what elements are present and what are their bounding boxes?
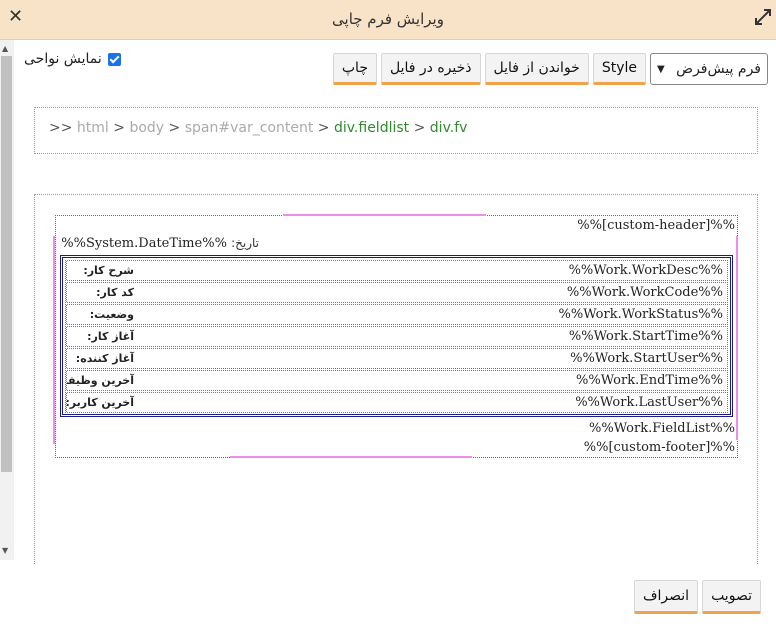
scrollbar[interactable]: ▲ ▼: [0, 40, 14, 560]
field-label: کد کار:: [66, 283, 136, 302]
date-label: تاریخ:: [231, 236, 259, 250]
region-highlight-top: [283, 214, 486, 216]
style-button[interactable]: Style: [592, 53, 646, 85]
field-label: آخرین کاربر:: [66, 393, 136, 412]
load-from-file-button[interactable]: خواندن از فایل: [484, 53, 589, 85]
table-row[interactable]: شرح کار: %%Work.WorkDesc%%: [65, 260, 728, 281]
table-row[interactable]: آخرین کاربر: %%Work.LastUser%%: [65, 392, 728, 413]
confirm-button[interactable]: تصویب: [702, 580, 761, 614]
field-label: وضعیت:: [66, 305, 136, 324]
show-regions-checkbox[interactable]: [107, 52, 121, 66]
dialog-title: ویرایش فرم چاپی: [332, 10, 444, 28]
form-preview[interactable]: %%[custom-header]%% تاریخ: %%System.Date…: [55, 215, 738, 458]
field-value: %%Work.LastUser%%: [575, 395, 723, 410]
field-value: %%Work.StartTime%%: [568, 329, 723, 344]
region-highlight-right: [736, 236, 738, 440]
field-label: آغاز کننده:: [66, 349, 136, 368]
template-select-value: فرم پیش‌فرض: [676, 61, 761, 77]
dialog-titlebar: ✕ ویرایش فرم چاپی: [0, 0, 776, 40]
table-row[interactable]: وضعیت: %%Work.WorkStatus%%: [65, 304, 728, 325]
breadcrumb: >> html > body > span#var_content > div.…: [34, 107, 758, 154]
show-regions-label: نمایش نواحی: [24, 51, 102, 67]
field-label: شرح کار:: [66, 261, 136, 280]
region-highlight-left: [53, 236, 55, 444]
breadcrumb-item[interactable]: body: [129, 120, 164, 136]
field-value: %%Work.EndTime%%: [575, 373, 723, 388]
breadcrumb-item[interactable]: span#var_content: [185, 120, 314, 136]
field-value: %%Work.WorkDesc%%: [568, 263, 723, 278]
field-label: آغاز کار:: [66, 327, 136, 346]
show-regions-toggle[interactable]: نمایش نواحی: [24, 51, 121, 67]
table-row[interactable]: آغاز کار: %%Work.StartTime%%: [65, 326, 728, 347]
breadcrumb-separator: >: [113, 120, 125, 136]
breadcrumb-item[interactable]: html: [77, 120, 109, 136]
breadcrumb-prefix: >>: [49, 120, 73, 136]
dialog-actions: انصراف تصویب: [634, 580, 761, 614]
custom-header[interactable]: %%[custom-header]%%: [577, 218, 735, 233]
custom-footer[interactable]: %%[custom-footer]%%: [584, 440, 735, 455]
breadcrumb-separator: >: [317, 120, 330, 136]
chevron-down-icon: ▼: [657, 63, 665, 75]
table-row[interactable]: کد کار: %%Work.WorkCode%%: [65, 282, 728, 303]
cancel-button[interactable]: انصراف: [634, 580, 699, 614]
print-button[interactable]: چاپ: [332, 53, 377, 85]
breadcrumb-separator: >: [168, 120, 181, 136]
scrollbar-thumb[interactable]: [1, 56, 12, 472]
date-value: %%System.DateTime%%: [61, 236, 227, 251]
field-value: %%Work.WorkCode%%: [566, 285, 723, 300]
scroll-up-icon[interactable]: ▲: [2, 44, 8, 53]
template-select[interactable]: فرم پیش‌فرض ▼: [650, 53, 768, 85]
table-row[interactable]: آخرین وظیفه: %%Work.EndTime%%: [65, 370, 728, 391]
field-value: %%Work.WorkStatus%%: [558, 307, 723, 322]
region-highlight-bottom: [230, 456, 472, 458]
breadcrumb-item[interactable]: div.fv: [430, 120, 468, 136]
breadcrumb-item[interactable]: div.fieldlist: [334, 120, 409, 136]
field-value: %%Work.StartUser%%: [570, 351, 723, 366]
scroll-down-icon[interactable]: ▼: [2, 546, 8, 555]
fields-table[interactable]: شرح کار: %%Work.WorkDesc%% کد کار: %%Wor…: [60, 255, 733, 417]
expand-icon[interactable]: [754, 8, 772, 26]
breadcrumb-separator: >: [413, 120, 426, 136]
date-line[interactable]: تاریخ: %%System.DateTime%%: [61, 236, 259, 251]
save-to-file-button[interactable]: ذخیره در فایل: [380, 53, 481, 85]
table-row[interactable]: آغاز کننده: %%Work.StartUser%%: [65, 348, 728, 369]
fieldlist-placeholder[interactable]: %%Work.FieldList%%: [589, 421, 735, 436]
field-label: آخرین وظیفه:: [66, 371, 136, 390]
toolbar: فرم پیش‌فرض ▼ Style خواندن از فایل ذخیره…: [332, 53, 768, 85]
